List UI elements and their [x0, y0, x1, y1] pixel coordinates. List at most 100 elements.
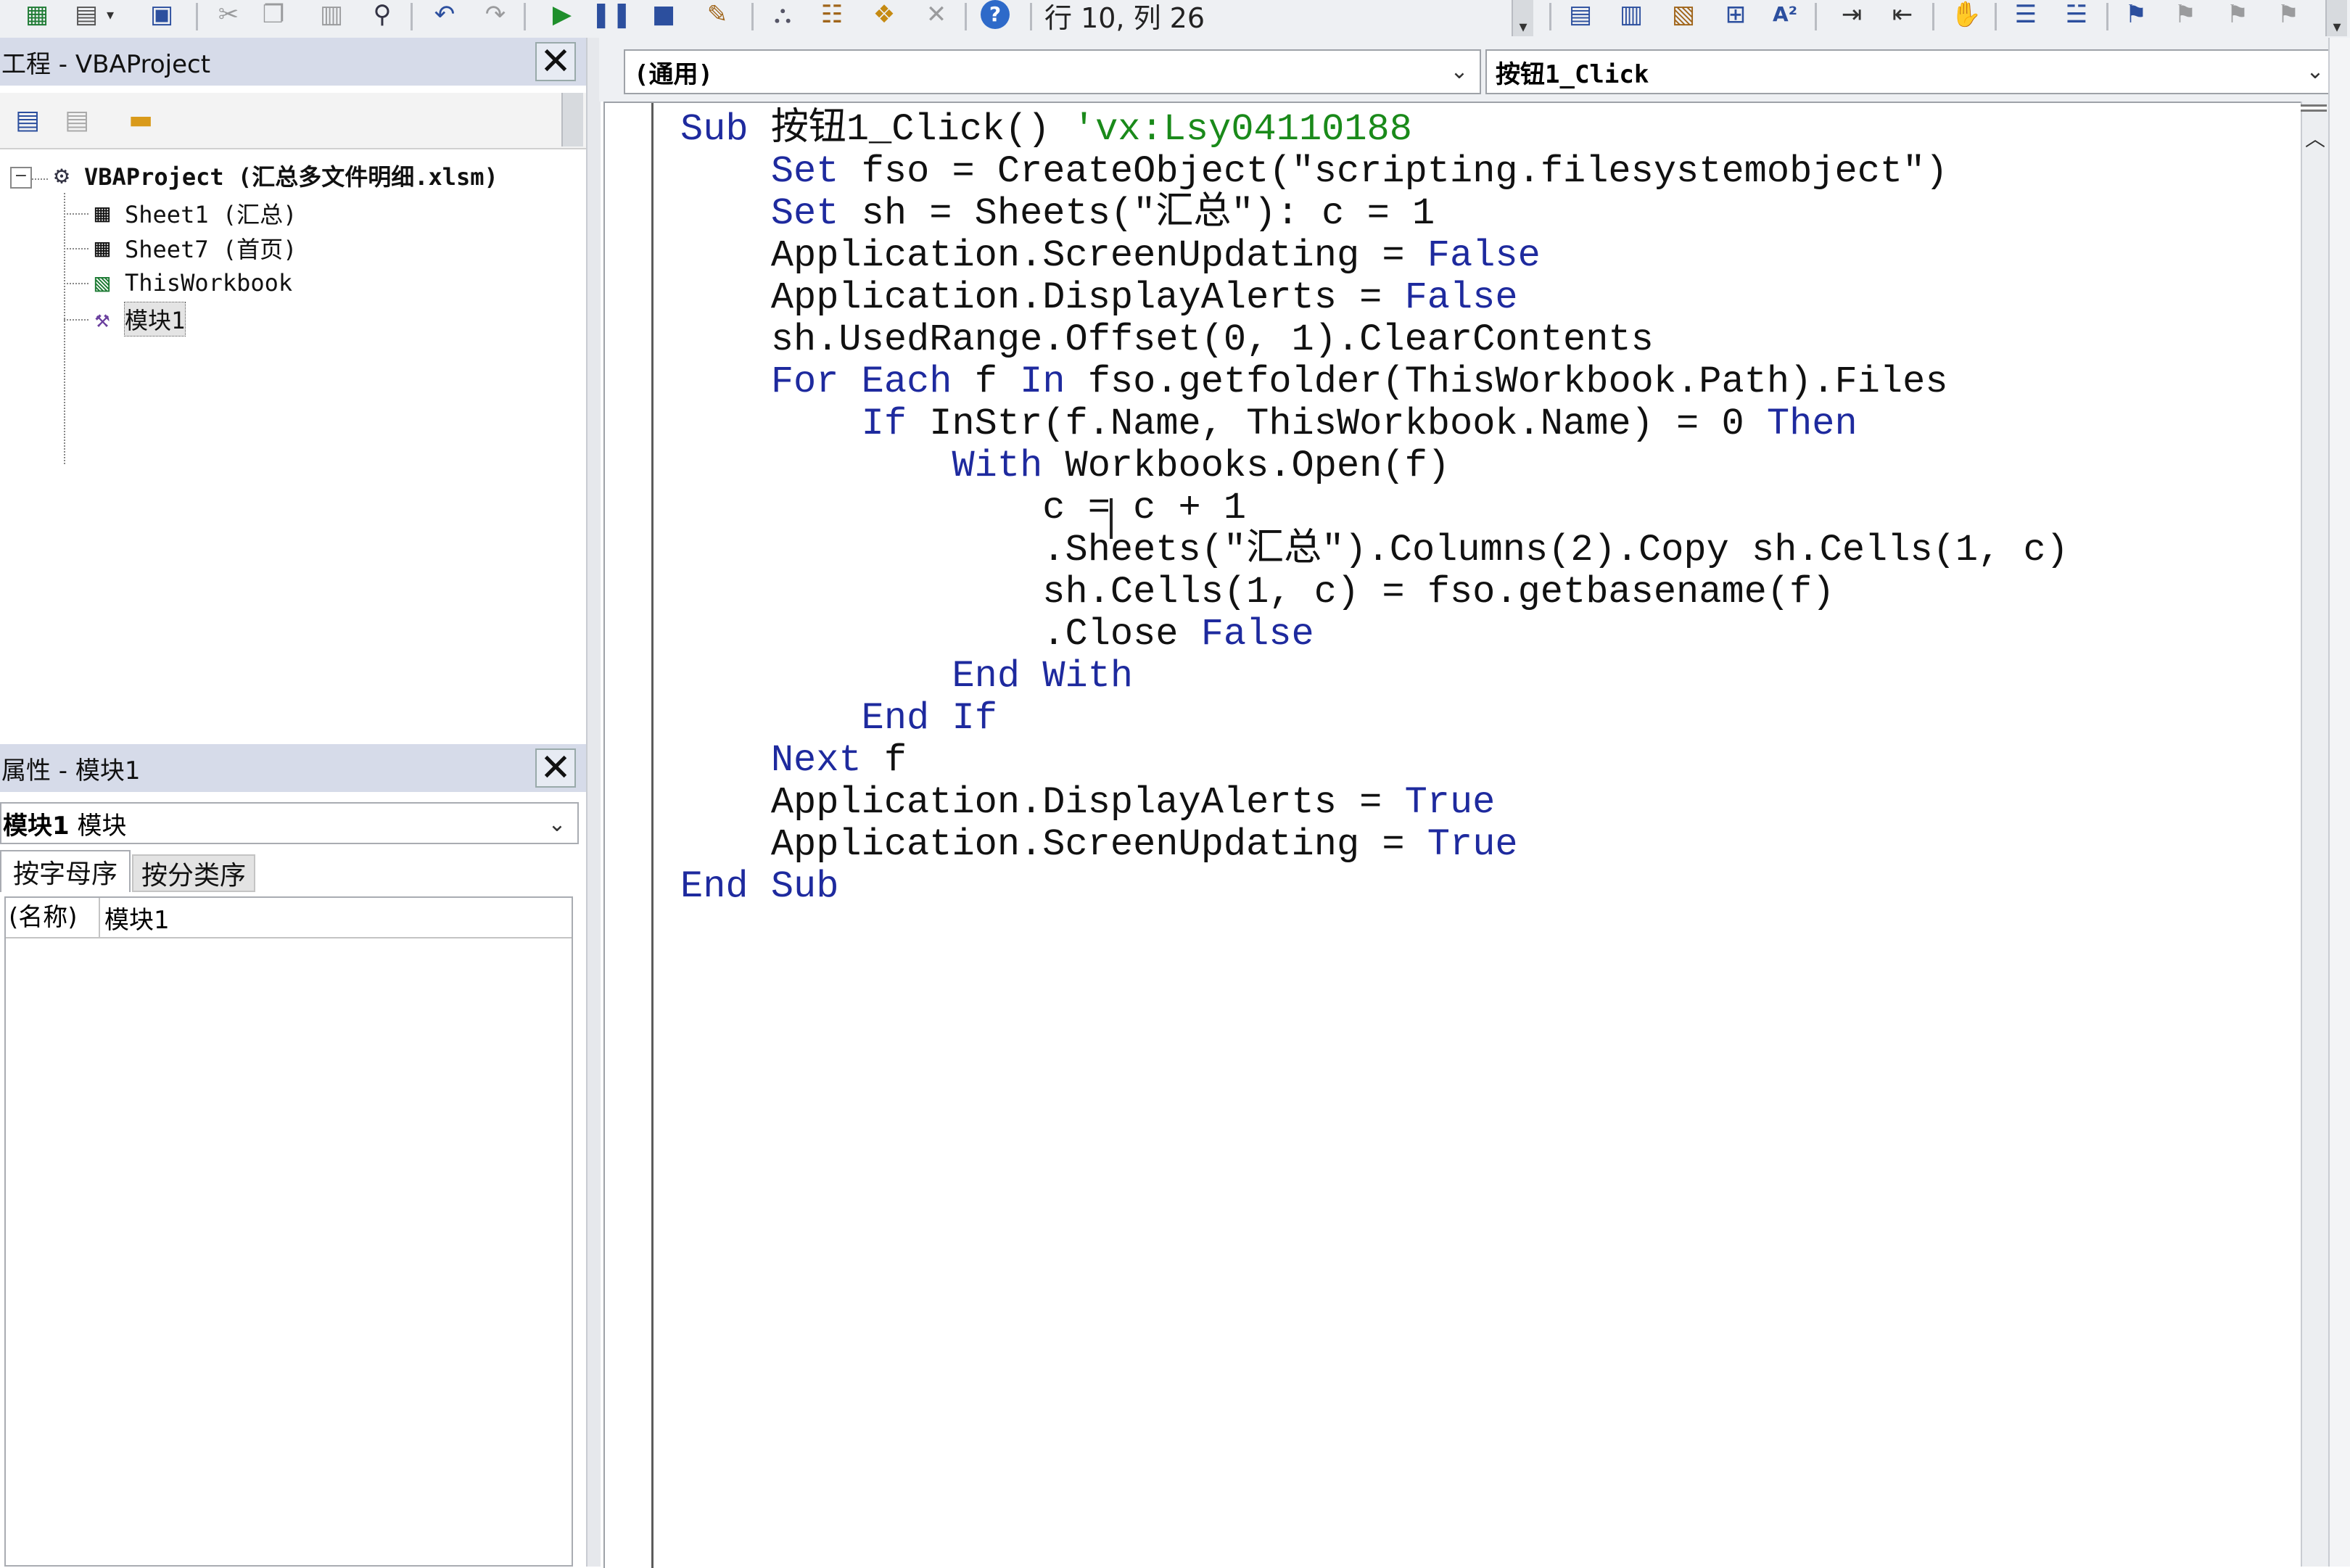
redo-icon[interactable]: ↷: [479, 0, 512, 29]
comment-block-icon[interactable]: ☰: [2009, 0, 2042, 29]
code-line[interactable]: End With: [680, 655, 1133, 698]
save-icon[interactable]: ▣: [145, 0, 178, 29]
panel-toolbar-overflow[interactable]: [561, 93, 583, 147]
design-mode-icon[interactable]: ✎: [701, 0, 734, 29]
scroll-up-arrow-icon[interactable]: ︿: [2302, 123, 2328, 152]
procedure-combo-value: 按钮1_Click: [1496, 59, 1649, 89]
list-properties-icon[interactable]: ▤: [1564, 0, 1597, 29]
properties-panel-titlebar: 属性 - 模块1 ✕: [0, 744, 586, 792]
toolbar-separator: [1995, 3, 1997, 30]
code-line[interactable]: Set fso = CreateObject("scripting.filesy…: [680, 150, 1948, 193]
object-combo-value: (通用): [634, 59, 713, 89]
chevron-down-icon[interactable]: ⌄: [1445, 57, 1474, 86]
tree-item-thisworkbook[interactable]: ▧ ThisWorkbook: [84, 265, 292, 300]
code-line[interactable]: Application.DisplayAlerts = False: [680, 276, 1518, 319]
parameter-info-icon[interactable]: ⊞: [1719, 0, 1752, 29]
vba-project-icon: ⚙: [54, 161, 70, 190]
toolbar-overflow-button[interactable]: ▾: [2325, 0, 2347, 36]
toolbar-separator: [524, 3, 526, 30]
procedure-combo[interactable]: 按钮1_Click ⌄: [1485, 49, 2337, 94]
view-code-icon[interactable]: ▤: [9, 103, 46, 136]
run-icon[interactable]: ▶: [545, 0, 579, 29]
tree-item-label: 模块1: [123, 302, 186, 337]
indent-icon[interactable]: ⇥: [1835, 0, 1868, 29]
view-object-icon[interactable]: ▤: [58, 103, 96, 136]
code-line[interactable]: Next f: [680, 739, 907, 782]
break-icon[interactable]: ❚❚: [591, 0, 632, 29]
code-vertical-scrollbar[interactable]: ︿: [2301, 102, 2328, 1567]
properties-icon[interactable]: ☷: [815, 0, 849, 29]
tree-item-sheet7[interactable]: ▦ Sheet7 (首页): [84, 231, 297, 265]
tab-categorized[interactable]: 按分类序: [132, 854, 255, 892]
find-icon[interactable]: ⚲: [366, 0, 399, 29]
tree-item-label: ThisWorkbook: [125, 269, 293, 297]
worksheet-icon: ▦: [94, 199, 110, 228]
object-browser-icon[interactable]: ❖: [867, 0, 901, 29]
panel-splitter[interactable]: [586, 38, 601, 1567]
help-icon[interactable]: ?: [981, 0, 1010, 29]
code-line[interactable]: Application.ScreenUpdating = False: [680, 234, 1541, 277]
properties-panel-title: 属性 - 模块1: [1, 756, 141, 785]
clear-bookmarks-icon[interactable]: ⚑: [2272, 0, 2305, 29]
tree-item-sheet1[interactable]: ▦ Sheet1 (汇总): [84, 196, 297, 231]
chevron-down-icon[interactable]: ⌄: [2301, 57, 2330, 86]
tree-root-vbaproject[interactable]: ⚙ VBAProject (汇总多文件明细.xlsm): [44, 158, 498, 193]
code-line[interactable]: sh.Cells(1, c) = fso.getbasename(f): [680, 571, 1834, 614]
code-text[interactable]: Sub 按钮1_Click() 'vx:Lsy04110188 Set fso …: [680, 109, 2069, 908]
project-panel-close-button[interactable]: ✕: [535, 40, 576, 83]
insert-userform-icon[interactable]: ▤: [70, 0, 103, 29]
project-panel-toolbar: ▤ ▤ ▬: [0, 93, 586, 149]
toggle-breakpoint-icon[interactable]: ✋: [1950, 0, 1983, 29]
tab-alphabetic[interactable]: 按字母序: [0, 850, 131, 892]
next-bookmark-icon[interactable]: ⚑: [2169, 0, 2202, 29]
excel-icon[interactable]: ▦: [20, 0, 54, 29]
code-line[interactable]: For Each f In fso.getfolder(ThisWorkbook…: [680, 360, 1948, 403]
reset-icon[interactable]: ■: [647, 0, 680, 29]
code-line[interactable]: sh.UsedRange.Offset(0, 1).ClearContents: [680, 318, 1654, 361]
toolbox-icon[interactable]: ✕: [920, 0, 953, 29]
text-cursor: [1110, 498, 1113, 539]
toggle-bookmark-icon[interactable]: ⚑: [2119, 0, 2153, 29]
list-constants-icon[interactable]: ▥: [1615, 0, 1648, 29]
copy-icon[interactable]: ❐: [257, 0, 290, 29]
code-line[interactable]: Sub 按钮1_Click() 'vx:Lsy04110188: [680, 108, 1412, 151]
code-editor[interactable]: Sub 按钮1_Click() 'vx:Lsy04110188 Set fso …: [603, 102, 2302, 1568]
tree-collapse-toggle[interactable]: −: [10, 167, 32, 189]
property-row[interactable]: (名称) 模块1: [6, 898, 572, 938]
tree-item-module1[interactable]: ⚒ 模块1: [84, 302, 186, 337]
paste-icon[interactable]: ▥: [315, 0, 348, 29]
cut-icon[interactable]: ✂: [212, 0, 245, 29]
breakpoint-margin[interactable]: [605, 103, 654, 1568]
code-line[interactable]: .Close False: [680, 613, 1314, 656]
toggle-folders-icon[interactable]: ▬: [122, 103, 160, 136]
code-line[interactable]: Application.DisplayAlerts = True: [680, 781, 1496, 824]
properties-object-select[interactable]: 模块1 模块 ⌄: [0, 802, 579, 844]
prev-bookmark-icon[interactable]: ⚑: [2221, 0, 2254, 29]
toolbar-overflow-button[interactable]: ▾: [1512, 0, 1533, 36]
complete-word-icon[interactable]: A²: [1768, 0, 1802, 29]
code-line[interactable]: .Sheets("汇总").Columns(2).Copy sh.Cells(1…: [680, 529, 2069, 572]
object-combo[interactable]: (通用) ⌄: [624, 49, 1481, 94]
code-line[interactable]: End Sub: [680, 865, 838, 908]
toolbar-separator: [1030, 3, 1032, 30]
code-line[interactable]: Set sh = Sheets("汇总"): c = 1: [680, 192, 1435, 235]
code-line[interactable]: c = c + 1: [680, 487, 1246, 529]
code-line[interactable]: End If: [680, 697, 997, 740]
uncomment-block-icon[interactable]: ☱: [2060, 0, 2093, 29]
outdent-icon[interactable]: ⇤: [1886, 0, 1919, 29]
quick-info-icon[interactable]: ▧: [1667, 0, 1700, 29]
code-line[interactable]: Application.ScreenUpdating = True: [680, 823, 1518, 866]
window-split-grip[interactable]: [2301, 104, 2327, 112]
code-window-header: (通用) ⌄ 按钮1_Click ⌄: [599, 38, 2350, 102]
property-value[interactable]: 模块1: [100, 900, 170, 936]
properties-panel-close-button[interactable]: ✕: [535, 746, 576, 790]
chevron-down-icon[interactable]: ⌄: [543, 809, 572, 838]
dropdown-arrow-icon[interactable]: ▾: [102, 0, 119, 29]
undo-icon[interactable]: ↶: [428, 0, 461, 29]
properties-grid: (名称) 模块1: [4, 896, 573, 1567]
code-line[interactable]: With Workbooks.Open(f): [680, 445, 1450, 487]
code-line[interactable]: If InStr(f.Name, ThisWorkbook.Name) = 0 …: [680, 403, 1858, 445]
project-explorer-icon[interactable]: ⛬: [766, 0, 799, 29]
toolbar-separator: [1932, 3, 1934, 30]
close-icon: ✕: [540, 40, 572, 83]
